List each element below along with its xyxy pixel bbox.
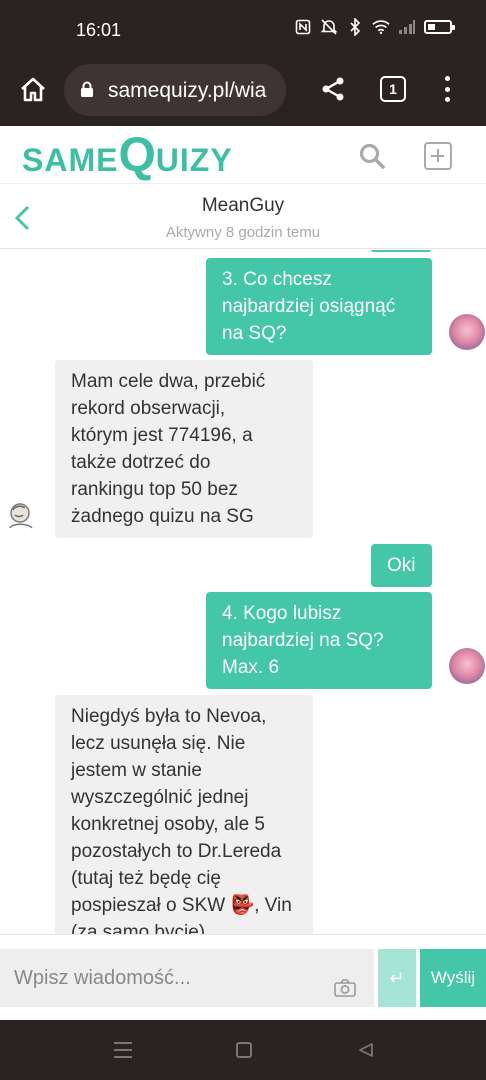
chat-contact-status: Aktywny 8 godzin temu: [165, 224, 321, 241]
nav-back-icon[interactable]: [358, 1042, 374, 1058]
add-quiz-icon[interactable]: [424, 142, 452, 170]
samequizy-logo[interactable]: SAMEQUIZY: [22, 128, 233, 183]
camera-icon[interactable]: [334, 979, 356, 997]
signal-icon: [398, 18, 416, 36]
message-bubble-previous: [370, 250, 432, 252]
message-bubble-incoming: Mam cele dwa, przebić rekord obserwacji,…: [55, 360, 313, 538]
url-bar[interactable]: samequizy.pl/wia: [64, 64, 286, 116]
contact-avatar[interactable]: [4, 498, 38, 532]
more-menu-icon[interactable]: [440, 74, 454, 104]
chat-contact-name: MeanGuy: [201, 195, 285, 216]
url-text: samequizy.pl/wia: [108, 79, 267, 102]
android-nav-bar: [0, 1020, 486, 1080]
home-icon[interactable]: [18, 75, 48, 105]
enter-button[interactable]: ↵: [378, 949, 416, 1007]
search-icon[interactable]: [358, 142, 386, 170]
my-avatar[interactable]: [449, 648, 485, 684]
status-time: 16:01: [76, 20, 122, 40]
wifi-icon: [372, 18, 390, 36]
lock-icon: [81, 81, 93, 97]
browser-toolbar: samequizy.pl/wia 1: [0, 58, 486, 126]
message-list[interactable]: 3. Co chcesz najbardziej osiągnąć na SQ?…: [0, 250, 486, 934]
message-bubble-outgoing: 3. Co chcesz najbardziej osiągnąć na SQ?: [206, 258, 432, 355]
message-bubble-outgoing: 4. Kogo lubisz najbardziej na SQ? Max. 6: [206, 592, 432, 689]
share-icon[interactable]: [320, 76, 346, 102]
battery-icon: [424, 20, 455, 34]
message-bubble-outgoing: Oki: [371, 544, 432, 587]
message-bubble-incoming: Niegdyś była to Nevoa, lecz usunęła się.…: [55, 695, 313, 934]
tabs-count-button[interactable]: 1: [380, 76, 406, 102]
status-bar: 16:01: [0, 0, 486, 58]
site-header: SAMEQUIZY: [0, 126, 486, 184]
message-input[interactable]: [0, 949, 374, 1007]
recent-apps-icon[interactable]: [114, 1042, 132, 1058]
nfc-icon: [294, 18, 312, 36]
my-avatar[interactable]: [449, 314, 485, 350]
message-composer: ↵ Wyślij: [0, 934, 486, 1020]
status-icons: [294, 18, 455, 36]
bluetooth-icon: [346, 18, 364, 36]
nav-home-icon[interactable]: [236, 1042, 252, 1058]
chat-header: MeanGuy Aktywny 8 godzin temu: [0, 185, 486, 249]
mute-icon: [320, 18, 338, 36]
send-button[interactable]: Wyślij: [420, 949, 486, 1007]
